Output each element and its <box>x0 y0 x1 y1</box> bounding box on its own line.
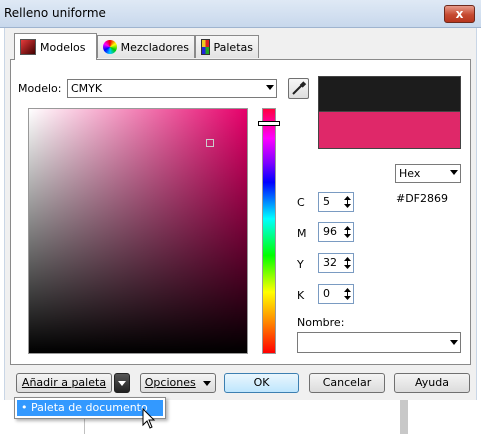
models-icon <box>20 39 36 55</box>
chevron-down-icon <box>450 170 458 175</box>
palettes-icon <box>201 39 210 55</box>
options-label: Opciones <box>144 376 196 389</box>
tab-palettes[interactable]: Paletas <box>195 35 259 58</box>
cmyk-c-label: C <box>297 196 305 209</box>
model-value: CMYK <box>71 82 103 95</box>
hex-value: #DF2869 <box>396 192 449 205</box>
cancel-button[interactable]: Cancelar <box>309 373 385 393</box>
spinner-icon[interactable] <box>344 257 351 269</box>
add-to-palette-button[interactable]: Añadir a paleta <box>16 373 112 393</box>
options-button[interactable]: Opciones <box>140 373 216 393</box>
new-color-swatch <box>318 112 461 149</box>
eyedropper-icon <box>292 81 307 95</box>
model-label: Modelo: <box>18 82 62 95</box>
spinner-icon[interactable] <box>344 288 351 300</box>
cmyk-y-label: Y <box>297 258 304 271</box>
hue-slider[interactable] <box>262 108 276 354</box>
bullet-icon: • <box>21 401 28 414</box>
help-button[interactable]: Ayuda <box>394 373 470 393</box>
cmyk-m-label: M <box>297 227 307 240</box>
cmyk-y-value: 32 <box>323 256 337 269</box>
divider <box>400 400 408 434</box>
tab-mixers[interactable]: Mezcladores <box>97 35 195 58</box>
tab-models[interactable]: Modelos <box>14 33 97 60</box>
tab-mixers-label: Mezcladores <box>120 40 189 54</box>
old-color-swatch <box>318 76 461 112</box>
mixers-icon <box>103 40 117 54</box>
spinner-icon[interactable] <box>344 226 351 238</box>
color-field-marker[interactable] <box>206 139 214 147</box>
name-label: Nombre: <box>297 316 345 329</box>
ok-button[interactable]: OK <box>224 373 299 393</box>
tab-palettes-label: Paletas <box>213 40 254 54</box>
chevron-down-icon <box>118 381 126 386</box>
cmyk-m-value: 96 <box>323 225 337 238</box>
color-field[interactable] <box>28 108 248 354</box>
cmyk-k-value: 0 <box>323 287 330 300</box>
add-to-palette-dropdown[interactable] <box>114 373 130 393</box>
tab-models-label: Modelos <box>40 40 86 54</box>
spinner-icon[interactable] <box>344 196 351 208</box>
cmyk-k-label: K <box>297 289 305 302</box>
eyedropper-button[interactable] <box>288 78 309 99</box>
cancel-label: Cancelar <box>322 376 372 389</box>
chevron-down-icon <box>450 340 458 345</box>
close-button[interactable]: x <box>444 5 475 23</box>
mouse-cursor-icon <box>142 408 156 429</box>
cmyk-c-value: 5 <box>323 195 330 208</box>
model-select[interactable]: CMYK <box>67 79 277 98</box>
hex-format-value: Hex <box>399 167 421 180</box>
name-combobox[interactable] <box>297 332 461 353</box>
hex-format-select[interactable]: Hex <box>395 164 461 183</box>
cmyk-y-field[interactable]: 32 <box>318 253 354 273</box>
cmyk-k-field[interactable]: 0 <box>318 284 354 304</box>
hue-slider-handle[interactable] <box>258 121 280 126</box>
add-to-palette-label: Añadir a paleta <box>21 376 107 389</box>
chevron-down-icon <box>266 85 274 90</box>
cmyk-c-field[interactable]: 5 <box>318 192 354 212</box>
chevron-down-icon <box>203 380 212 386</box>
close-icon: x <box>455 7 464 21</box>
window-title: Relleno uniforme <box>4 6 106 20</box>
menu-item-label: Paleta de documento <box>31 401 148 414</box>
help-label: Ayuda <box>415 376 449 389</box>
ok-label: OK <box>253 376 270 389</box>
cmyk-m-field[interactable]: 96 <box>318 222 354 242</box>
